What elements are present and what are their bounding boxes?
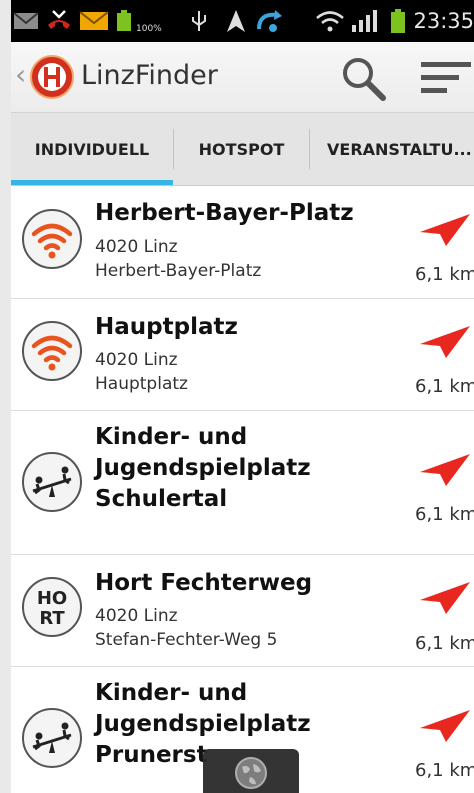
item-distance: 6,1 km xyxy=(415,264,474,285)
search-icon[interactable] xyxy=(339,54,387,102)
clock: 23:35 xyxy=(413,9,474,33)
direction-arrow-icon xyxy=(420,214,470,246)
email-icon xyxy=(79,11,109,30)
playground-icon xyxy=(22,452,82,512)
hort-icon: HO RT xyxy=(22,577,82,637)
map-toggle-button[interactable] xyxy=(203,749,299,793)
direction-arrow-icon xyxy=(420,710,470,742)
item-distance: 6,1 km xyxy=(415,376,474,397)
direction-arrow-icon xyxy=(420,582,470,614)
mail-icon xyxy=(13,12,39,29)
action-bar: ‹ LinzFinder xyxy=(11,42,474,113)
item-distance: 6,1 km xyxy=(415,760,474,781)
item-address: Stefan-Fechter-Weg 5 xyxy=(95,630,278,650)
list-item[interactable]: Kinder- und Jugendspielplatz Schulertal … xyxy=(11,410,474,555)
navigation-icon xyxy=(227,10,245,32)
selected-tab-indicator xyxy=(11,180,173,185)
status-bar: 100% 23:35 xyxy=(11,0,474,42)
item-title: Hauptplatz xyxy=(95,314,238,340)
playground-icon xyxy=(22,708,82,768)
battery-icon xyxy=(391,9,405,33)
item-title-line2: Jugendspielplatz xyxy=(95,455,311,481)
hort-icon-text-top: HO xyxy=(37,588,67,609)
signal-strength-icon xyxy=(352,10,377,32)
list-item[interactable]: Hauptplatz 4020 Linz Hauptplatz 6,1 km xyxy=(11,298,474,411)
wifi-signal-icon xyxy=(316,11,344,32)
hort-icon-text-bottom: RT xyxy=(39,608,65,629)
item-address: Herbert-Bayer-Platz xyxy=(95,261,262,281)
item-postcode: 4020 Linz xyxy=(95,606,178,626)
direction-arrow-icon xyxy=(420,454,470,486)
direction-arrow-icon xyxy=(420,326,470,358)
item-distance: 6,1 km xyxy=(415,504,474,525)
list-item[interactable]: HO RT Hort Fechterweg 4020 Linz Stefan-F… xyxy=(11,554,474,667)
missed-call-icon xyxy=(48,10,70,29)
item-title: Hort Fechterweg xyxy=(95,570,313,596)
tab-hotspot[interactable]: HOTSPOT xyxy=(174,113,309,185)
list-item[interactable]: Herbert-Bayer-Platz 4020 Linz Herbert-Ba… xyxy=(11,186,474,299)
battery-percent-label: 100% xyxy=(136,24,162,34)
item-address: Hauptplatz xyxy=(95,374,188,394)
tab-veranstaltungen[interactable]: VERANSTALTU... xyxy=(310,113,474,185)
item-title-line3: Schulertal xyxy=(95,486,228,512)
menu-icon[interactable] xyxy=(419,60,474,96)
linzfinder-logo[interactable] xyxy=(29,54,75,100)
item-distance: 6,1 km xyxy=(415,633,474,654)
item-title: Kinder- und xyxy=(95,424,248,450)
item-postcode: 4020 Linz xyxy=(95,237,178,257)
item-title: Kinder- und xyxy=(95,680,248,706)
item-postcode: 4020 Linz xyxy=(95,350,178,370)
usb-icon xyxy=(192,11,206,31)
wifi-icon xyxy=(22,209,82,269)
back-chevron-icon[interactable]: ‹ xyxy=(15,58,26,91)
item-title-line2: Jugendspielplatz xyxy=(95,711,311,737)
tab-bar: INDIVIDUELL HOTSPOT VERANSTALTU... xyxy=(11,113,474,186)
sync-icon xyxy=(257,10,282,32)
app-frame: 100% 23:35 ‹ LinzFinder INDIVIDUELL HOTS… xyxy=(11,0,474,793)
globe-icon xyxy=(235,757,267,789)
tab-individuell[interactable]: INDIVIDUELL xyxy=(11,113,173,185)
wifi-icon xyxy=(22,321,82,381)
item-title: Herbert-Bayer-Platz xyxy=(95,200,354,226)
app-title: LinzFinder xyxy=(81,60,218,91)
item-title-line3: Prunerst xyxy=(95,742,208,768)
